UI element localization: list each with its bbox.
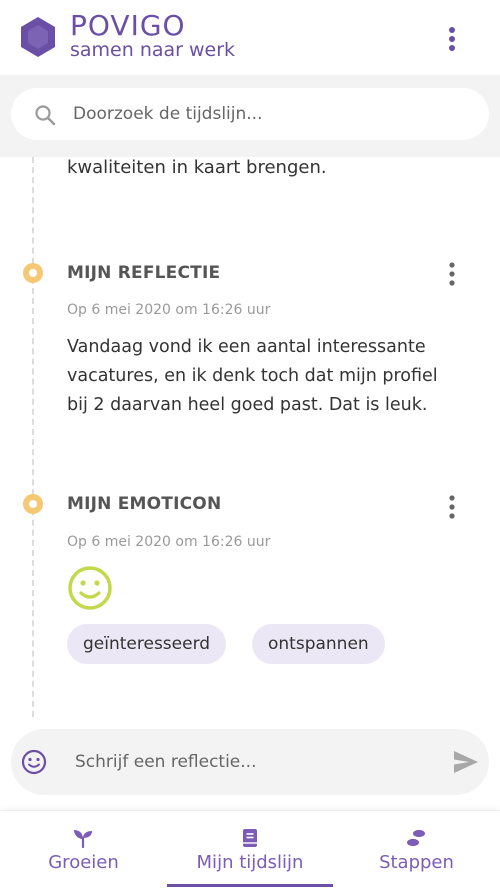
book-icon — [243, 829, 257, 847]
app-header: POVIGO samen naar werk — [0, 0, 500, 75]
hexagon-logo-icon — [21, 17, 55, 57]
emotion-tag: geïnteresseerd — [67, 624, 227, 664]
brand-subtitle: samen naar werk — [70, 39, 236, 61]
more-vertical-icon[interactable] — [438, 24, 466, 54]
smiley-icon[interactable] — [21, 749, 47, 775]
entry-title: MIJN REFLECTIE — [67, 263, 221, 283]
search-area — [0, 75, 500, 157]
search-input[interactable] — [73, 100, 463, 128]
nav-label: Mijn tijdslijn — [196, 852, 304, 873]
more-vertical-icon[interactable] — [440, 260, 464, 288]
bottom-navigation: Groeien Mijn tijdslijn Stappen — [0, 810, 500, 888]
footsteps-icon — [407, 829, 425, 847]
smiley-icon — [68, 566, 112, 610]
timeline-line — [32, 157, 34, 717]
timeline-dot — [23, 494, 43, 514]
timeline-partial-text: kwaliteiten in kaart brengen. — [67, 157, 327, 178]
nav-item-mijn-tijdslijn[interactable]: Mijn tijdslijn — [167, 811, 333, 888]
entry-text-line: vacatures, en ik denk toch dat mijn prof… — [67, 366, 438, 386]
emotion-tag: ontspannen — [252, 624, 385, 664]
entry-date: Op 6 mei 2020 om 16:26 uur — [67, 302, 271, 318]
nav-item-stappen[interactable]: Stappen — [333, 811, 500, 888]
search-icon — [35, 105, 56, 126]
entry-text-line: Vandaag vond ik een aantal interessante — [67, 337, 426, 357]
nav-item-groeien[interactable]: Groeien — [0, 811, 167, 888]
send-icon[interactable] — [453, 750, 479, 774]
entry-title: MIJN EMOTICON — [67, 494, 222, 514]
nav-label: Stappen — [379, 852, 454, 873]
reflection-input[interactable] — [75, 748, 435, 776]
reflection-composer — [11, 729, 489, 795]
entry-text-line: bij 2 daarvan heel goed past. Dat is leu… — [67, 395, 428, 415]
entry-text: Vandaag vond ik een aantal interessante … — [67, 333, 467, 420]
search-box[interactable] — [11, 88, 489, 140]
entry-date: Op 6 mei 2020 om 16:26 uur — [67, 534, 271, 550]
timeline-dot — [23, 263, 43, 283]
more-vertical-icon[interactable] — [440, 493, 464, 521]
nav-active-indicator — [167, 884, 333, 887]
sprout-icon — [74, 830, 92, 849]
nav-label: Groeien — [48, 852, 119, 873]
